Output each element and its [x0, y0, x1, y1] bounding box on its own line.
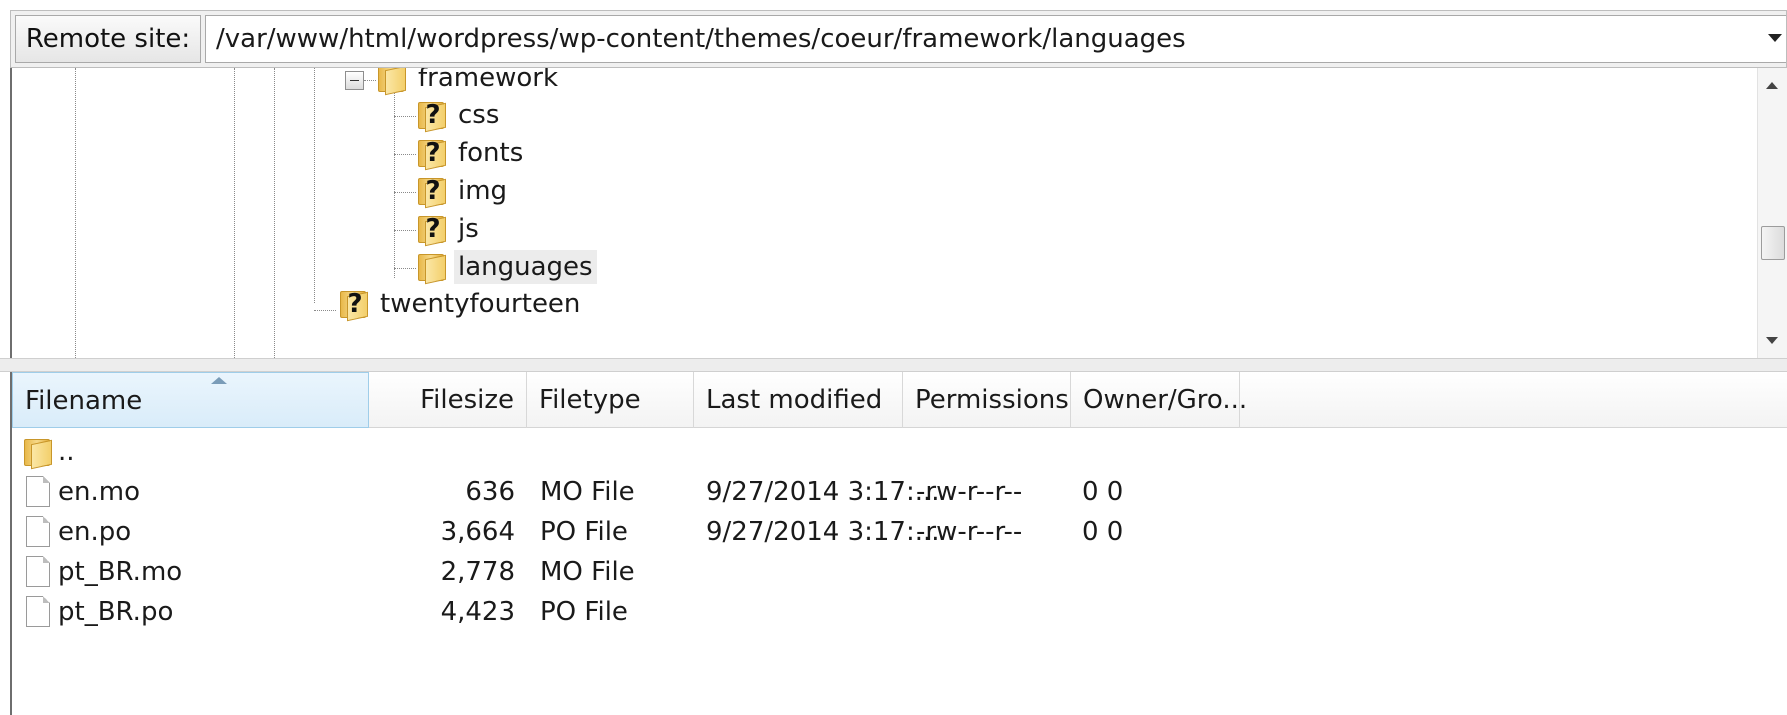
file-icon — [26, 556, 50, 587]
tree-guide-line — [394, 154, 416, 155]
file-name: pt_BR.mo — [58, 557, 183, 587]
tree-guide-line — [394, 116, 416, 117]
column-header-filesize[interactable]: Filesize — [369, 372, 527, 428]
file-permissions: -rw-r--r-- — [916, 517, 1023, 547]
folder-unknown-icon: ? — [338, 288, 370, 322]
file-name: .. — [58, 437, 75, 467]
tree-node-label: js — [458, 214, 479, 244]
column-header-label: Filename — [25, 386, 143, 416]
file-type: PO File — [540, 517, 628, 547]
tree-guide-line — [314, 68, 315, 303]
file-row-parent[interactable]: .. — [12, 432, 1787, 472]
file-size: 2,778 — [440, 557, 515, 587]
tree-node-img[interactable]: ? img — [416, 173, 511, 209]
column-header-last-modified[interactable]: Last modified — [694, 372, 903, 428]
file-size: 636 — [465, 477, 515, 507]
file-type: MO File — [540, 477, 635, 507]
folder-unknown-icon: ? — [416, 175, 448, 209]
folder-unknown-icon: ? — [416, 137, 448, 171]
file-modified: 9/27/2014 3:17:... — [706, 477, 940, 507]
column-header-filename[interactable]: Filename — [12, 372, 369, 428]
tree-guide-line — [364, 80, 376, 81]
tree-node-js[interactable]: ? js — [416, 211, 483, 247]
folder-icon — [416, 251, 448, 285]
tree-node-label: framework — [418, 68, 559, 93]
scroll-down-icon[interactable] — [1766, 337, 1778, 344]
file-icon — [26, 516, 50, 547]
folder-open-icon — [376, 68, 408, 96]
tree-guide-line — [394, 230, 416, 231]
tree-node-framework[interactable]: framework — [376, 68, 562, 96]
scroll-up-icon[interactable] — [1766, 82, 1778, 89]
table-row[interactable]: en.mo 636 MO File 9/27/2014 3:17:... -rw… — [12, 472, 1787, 512]
table-row[interactable]: pt_BR.po 4,423 PO File — [12, 592, 1787, 632]
tree-node-languages[interactable]: languages — [416, 249, 597, 285]
dropdown-arrow-icon[interactable] — [1768, 34, 1782, 42]
remote-site-bar: Remote site: /var/www/html/wordpress/wp-… — [10, 10, 1787, 68]
file-name: en.po — [58, 517, 132, 547]
collapse-toggle-icon[interactable] — [345, 71, 364, 90]
file-size: 3,664 — [440, 517, 515, 547]
file-name: en.mo — [58, 477, 140, 507]
table-row[interactable]: en.po 3,664 PO File 9/27/2014 3:17:... -… — [12, 512, 1787, 552]
remote-directory-tree[interactable]: framework ? css ? fonts ? img ? js langu… — [10, 68, 1787, 358]
tree-guide-line — [234, 68, 235, 358]
tree-guide-line — [394, 90, 395, 278]
column-header-filetype[interactable]: Filetype — [527, 372, 694, 428]
remote-path-combobox[interactable]: /var/www/html/wordpress/wp-content/theme… — [205, 15, 1786, 63]
file-icon — [26, 476, 50, 507]
table-row[interactable]: pt_BR.mo 2,778 MO File — [12, 552, 1787, 592]
file-type: PO File — [540, 597, 628, 627]
pane-splitter[interactable] — [0, 358, 1787, 372]
tree-guide-line — [394, 268, 416, 269]
remote-site-label: Remote site: — [15, 15, 201, 63]
tree-guide-line — [75, 68, 76, 358]
file-size: 4,423 — [440, 597, 515, 627]
tree-guide-line — [274, 68, 275, 358]
remote-path-value[interactable]: /var/www/html/wordpress/wp-content/theme… — [216, 16, 1186, 62]
column-header-permissions[interactable]: Permissions — [903, 372, 1071, 428]
remote-file-list[interactable]: Filename Filesize Filetype Last modified… — [10, 372, 1787, 715]
column-header-owner-group[interactable]: Owner/Gro... — [1071, 372, 1247, 428]
file-modified: 9/27/2014 3:17:... — [706, 517, 940, 547]
tree-guide-line — [394, 192, 416, 193]
file-owner: 0 0 — [1082, 477, 1124, 507]
ftp-client-window: Remote site: /var/www/html/wordpress/wp-… — [0, 0, 1787, 715]
tree-node-label: fonts — [458, 138, 524, 168]
folder-icon — [22, 436, 54, 470]
tree-node-label: twentyfourteen — [380, 289, 581, 319]
sort-ascending-icon — [211, 377, 227, 384]
file-permissions: -rw-r--r-- — [916, 477, 1023, 507]
tree-node-fonts[interactable]: ? fonts — [416, 135, 527, 171]
tree-node-css[interactable]: ? css — [416, 97, 503, 133]
tree-node-label: languages — [454, 250, 597, 284]
tree-node-label: img — [458, 176, 508, 206]
tree-node-label: css — [458, 100, 500, 130]
file-list-header: Filename Filesize Filetype Last modified… — [12, 372, 1787, 428]
scrollbar-thumb[interactable] — [1761, 226, 1785, 260]
file-icon — [26, 596, 50, 627]
tree-vertical-scrollbar[interactable] — [1757, 68, 1787, 358]
folder-unknown-icon: ? — [416, 213, 448, 247]
file-name: pt_BR.po — [58, 597, 174, 627]
folder-unknown-icon: ? — [416, 99, 448, 133]
tree-guide-line — [314, 310, 336, 311]
file-owner: 0 0 — [1082, 517, 1124, 547]
tree-node-twentyfourteen[interactable]: ? twentyfourteen — [338, 286, 584, 322]
file-type: MO File — [540, 557, 635, 587]
